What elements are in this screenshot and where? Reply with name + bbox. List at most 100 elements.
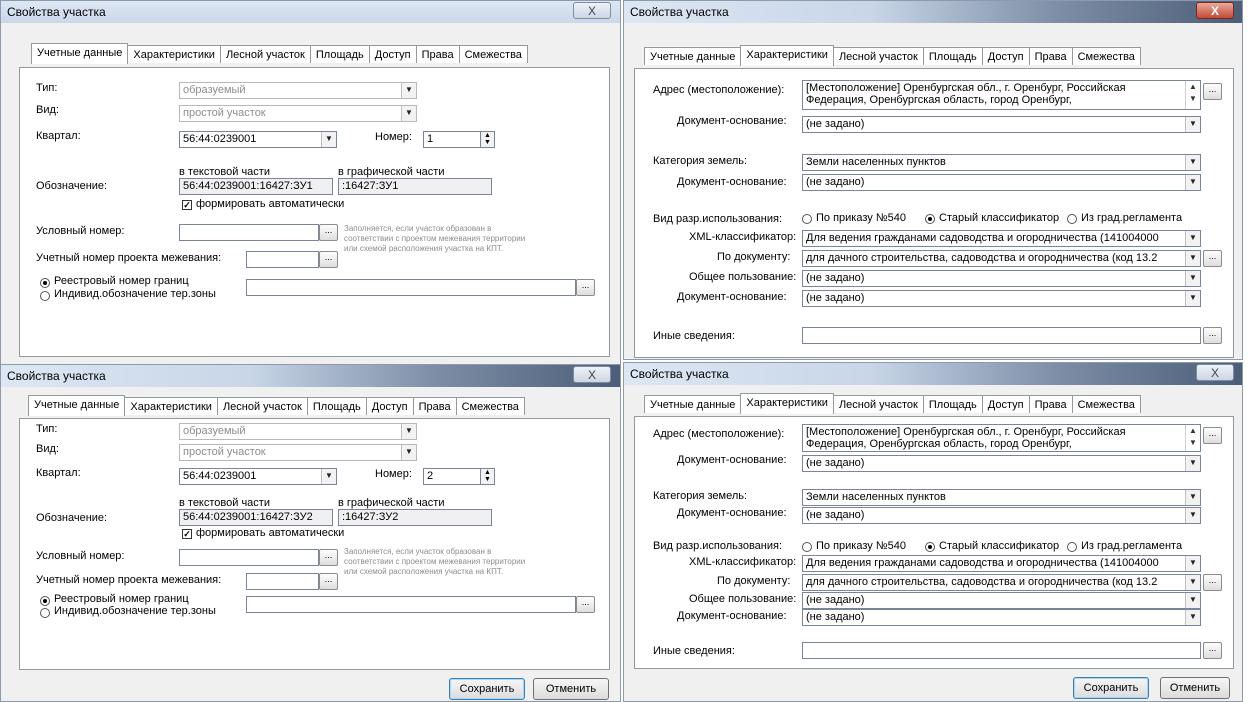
type-select[interactable]: образуемый ▼	[179, 423, 417, 440]
project-number-input[interactable]	[246, 573, 319, 590]
registry-browse-button[interactable]: ...	[576, 596, 595, 613]
tab-adjacency[interactable]: Смежества	[1071, 47, 1141, 65]
radio-from-urban[interactable]	[1067, 542, 1077, 552]
hint-line-2: соответствии с проектом межевания террит…	[344, 557, 526, 566]
cond-number-input[interactable]	[179, 224, 319, 241]
other-info-input[interactable]	[802, 327, 1201, 344]
tab-accounting[interactable]: Учетные данные	[644, 47, 742, 65]
doc-basis-select[interactable]: (не задано) ▼	[802, 455, 1201, 472]
xml-classifier-select[interactable]: Для ведения гражданами садоводства и ого…	[802, 555, 1201, 572]
by-document-browse-button[interactable]: ...	[1203, 250, 1222, 267]
tab-access[interactable]: Доступ	[365, 397, 414, 415]
project-number-browse-button[interactable]: ...	[319, 251, 338, 268]
cond-number-browse-button[interactable]: ...	[319, 549, 338, 566]
cond-number-input[interactable]	[179, 549, 319, 566]
tab-characteristics[interactable]: Характеристики	[740, 45, 834, 66]
radio-individual[interactable]	[40, 291, 50, 301]
number-input[interactable]: 1	[423, 131, 481, 148]
title-bar: Свойства участка X	[1, 365, 620, 387]
close-button[interactable]: X	[1196, 364, 1234, 381]
doc-basis-select-2[interactable]: (не задано) ▼	[802, 174, 1201, 191]
dialog-bottom-right: Свойства участка X Учетные данные Характе…	[623, 362, 1243, 702]
land-category-select[interactable]: Земли населенных пунктов ▼	[802, 489, 1201, 506]
other-info-browse-button[interactable]: ...	[1203, 327, 1222, 344]
tab-access[interactable]: Доступ	[981, 47, 1030, 65]
public-use-select[interactable]: (не задано) ▼	[802, 270, 1201, 287]
tab-characteristics[interactable]: Характеристики	[124, 397, 218, 415]
save-button[interactable]: Сохранить	[449, 678, 525, 700]
tab-characteristics[interactable]: Характеристики	[127, 45, 221, 63]
tab-rights[interactable]: Права	[412, 397, 457, 415]
tab-rights[interactable]: Права	[415, 45, 460, 63]
tab-access[interactable]: Доступ	[368, 45, 417, 63]
public-use-select[interactable]: (не задано) ▼	[802, 592, 1201, 609]
radio-individual[interactable]	[40, 608, 50, 618]
tab-forest[interactable]: Лесной участок	[216, 397, 308, 415]
cond-number-browse-button[interactable]: ...	[319, 224, 338, 241]
close-button[interactable]: X	[573, 366, 611, 383]
registry-number-input[interactable]	[246, 596, 576, 613]
tab-rights[interactable]: Права	[1028, 47, 1073, 65]
registry-number-input[interactable]	[246, 279, 576, 296]
by-document-select[interactable]: для дачного строительства, садоводства и…	[802, 250, 1201, 267]
auto-checkbox[interactable]: ✓	[182, 529, 192, 539]
radio-registry[interactable]	[40, 596, 50, 606]
tab-accounting[interactable]: Учетные данные	[31, 43, 129, 64]
project-number-input[interactable]	[246, 251, 319, 268]
auto-checkbox[interactable]: ✓	[182, 200, 192, 210]
kind-select[interactable]: простой участок ▼	[179, 105, 417, 122]
close-button[interactable]: X	[1196, 2, 1234, 19]
radio-registry[interactable]	[40, 278, 50, 288]
doc-basis-select-2[interactable]: (не задано) ▼	[802, 507, 1201, 524]
tab-characteristics[interactable]: Характеристики	[740, 393, 834, 414]
save-button[interactable]: Сохранить	[1073, 677, 1149, 699]
other-info-browse-button[interactable]: ...	[1203, 642, 1222, 659]
radio-by-order[interactable]	[802, 542, 812, 552]
tab-area[interactable]: Площадь	[922, 395, 983, 413]
tab-adjacency[interactable]: Смежества	[458, 45, 528, 63]
tab-adjacency[interactable]: Смежества	[1071, 395, 1141, 413]
radio-old-classifier[interactable]	[925, 214, 935, 224]
radio-from-urban[interactable]	[1067, 214, 1077, 224]
address-field[interactable]: [Местоположение] Оренбургская обл., г. О…	[802, 424, 1201, 452]
tab-area[interactable]: Площадь	[309, 45, 370, 63]
radio-old-classifier[interactable]	[925, 542, 935, 552]
tab-access[interactable]: Доступ	[981, 395, 1030, 413]
tab-forest[interactable]: Лесной участок	[832, 395, 924, 413]
doc-basis-select[interactable]: (не задано) ▼	[802, 116, 1201, 133]
tab-area[interactable]: Площадь	[922, 47, 983, 65]
tab-forest[interactable]: Лесной участок	[219, 45, 311, 63]
number-stepper[interactable]: ▲ ▼	[480, 131, 495, 148]
tab-area[interactable]: Площадь	[306, 397, 367, 415]
quarter-select[interactable]: 56:44:0239001 ▼	[179, 131, 337, 148]
registry-browse-button[interactable]: ...	[576, 279, 595, 296]
tab-forest[interactable]: Лесной участок	[832, 47, 924, 65]
address-browse-button[interactable]: ...	[1203, 427, 1222, 444]
xml-classifier-select[interactable]: Для ведения гражданами садоводства и ого…	[802, 230, 1201, 247]
radio-by-order[interactable]	[802, 214, 812, 224]
cancel-button[interactable]: Отменить	[533, 678, 609, 700]
land-category-select[interactable]: Земли населенных пунктов ▼	[802, 154, 1201, 171]
tab-accounting[interactable]: Учетные данные	[644, 395, 742, 413]
scroll-arrows-icon[interactable]: ▲ ▼	[1185, 81, 1200, 109]
close-button[interactable]: X	[573, 2, 611, 19]
doc-basis-select-3[interactable]: (не задано) ▼	[802, 609, 1201, 626]
cancel-button[interactable]: Отменить	[1160, 677, 1230, 699]
doc-basis-select-3[interactable]: (не задано) ▼	[802, 290, 1201, 307]
tab-adjacency[interactable]: Смежества	[455, 397, 525, 415]
tab-accounting[interactable]: Учетные данные	[28, 395, 126, 416]
number-input[interactable]: 2	[423, 468, 481, 485]
project-number-browse-button[interactable]: ...	[319, 573, 338, 590]
quarter-select[interactable]: 56:44:0239001 ▼	[179, 468, 337, 485]
other-info-input[interactable]	[802, 642, 1201, 659]
by-document-browse-button[interactable]: ...	[1203, 574, 1222, 591]
address-field[interactable]: [Местоположение] Оренбургская обл., г. О…	[802, 80, 1201, 110]
address-browse-button[interactable]: ...	[1203, 83, 1222, 100]
tab-rights[interactable]: Права	[1028, 395, 1073, 413]
type-select[interactable]: образуемый ▼	[179, 82, 417, 99]
by-document-select[interactable]: для дачного строительства, садоводства и…	[802, 574, 1201, 591]
number-stepper[interactable]: ▲ ▼	[480, 468, 495, 485]
tab-strip: Учетные данные Характеристики Лесной участ…	[31, 43, 528, 65]
scroll-arrows-icon[interactable]: ▲ ▼	[1185, 425, 1200, 451]
kind-select[interactable]: простой участок ▼	[179, 444, 417, 461]
